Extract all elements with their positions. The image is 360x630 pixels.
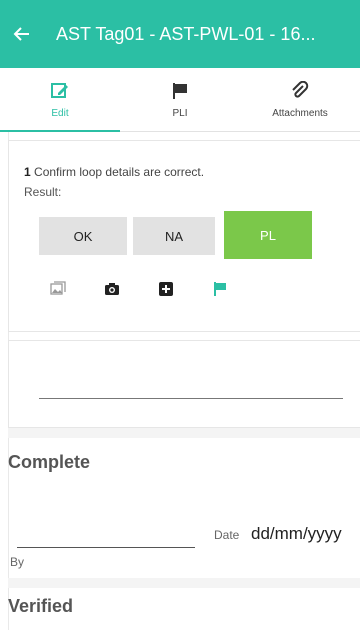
- date-label: Date: [214, 528, 240, 542]
- result-label: Result:: [24, 185, 62, 199]
- tab-pli[interactable]: PLI: [120, 68, 240, 131]
- flag-icon[interactable]: [212, 281, 228, 297]
- question-label: Confirm loop details are correct.: [34, 165, 205, 179]
- flag-icon: [173, 82, 187, 99]
- result-ok-button[interactable]: OK: [39, 217, 127, 255]
- camera-icon[interactable]: [104, 281, 120, 297]
- complete-section-title: Complete: [8, 452, 91, 472]
- gallery-icon[interactable]: [50, 281, 66, 297]
- section-divider: [8, 428, 360, 438]
- date-input[interactable]: dd/mm/yyyy: [251, 524, 342, 544]
- page-title: AST Tag01 - AST-PWL-01 - 16...: [56, 23, 316, 44]
- result-pl-button[interactable]: PL: [224, 211, 312, 259]
- by-label: By: [10, 555, 25, 569]
- tab-attachments-label: Attachments: [272, 107, 328, 119]
- tab-bar: Edit PLI Attachments: [0, 68, 360, 132]
- question-text: 1 Confirm loop details are correct.: [24, 165, 204, 179]
- tab-attachments[interactable]: Attachments: [240, 68, 360, 131]
- back-arrow-icon[interactable]: [0, 0, 44, 68]
- tab-pli-label: PLI: [172, 107, 188, 119]
- edit-icon: [51, 82, 68, 98]
- comment-card: [8, 340, 360, 428]
- question-number: 1: [24, 165, 31, 179]
- add-icon[interactable]: [158, 281, 174, 297]
- app-bar: AST Tag01 - AST-PWL-01 - 16...: [0, 0, 360, 68]
- by-input[interactable]: [17, 547, 195, 548]
- tab-edit-label: Edit: [51, 107, 69, 119]
- paperclip-icon: [292, 80, 309, 98]
- comment-input[interactable]: [39, 398, 343, 399]
- verified-section-title: Verified: [8, 596, 74, 616]
- result-na-button[interactable]: NA: [133, 217, 215, 255]
- checklist-item-card: 1 Confirm loop details are correct. Resu…: [8, 140, 360, 332]
- tab-edit[interactable]: Edit: [0, 68, 120, 132]
- section-divider: [8, 578, 360, 588]
- action-icons: [50, 281, 228, 297]
